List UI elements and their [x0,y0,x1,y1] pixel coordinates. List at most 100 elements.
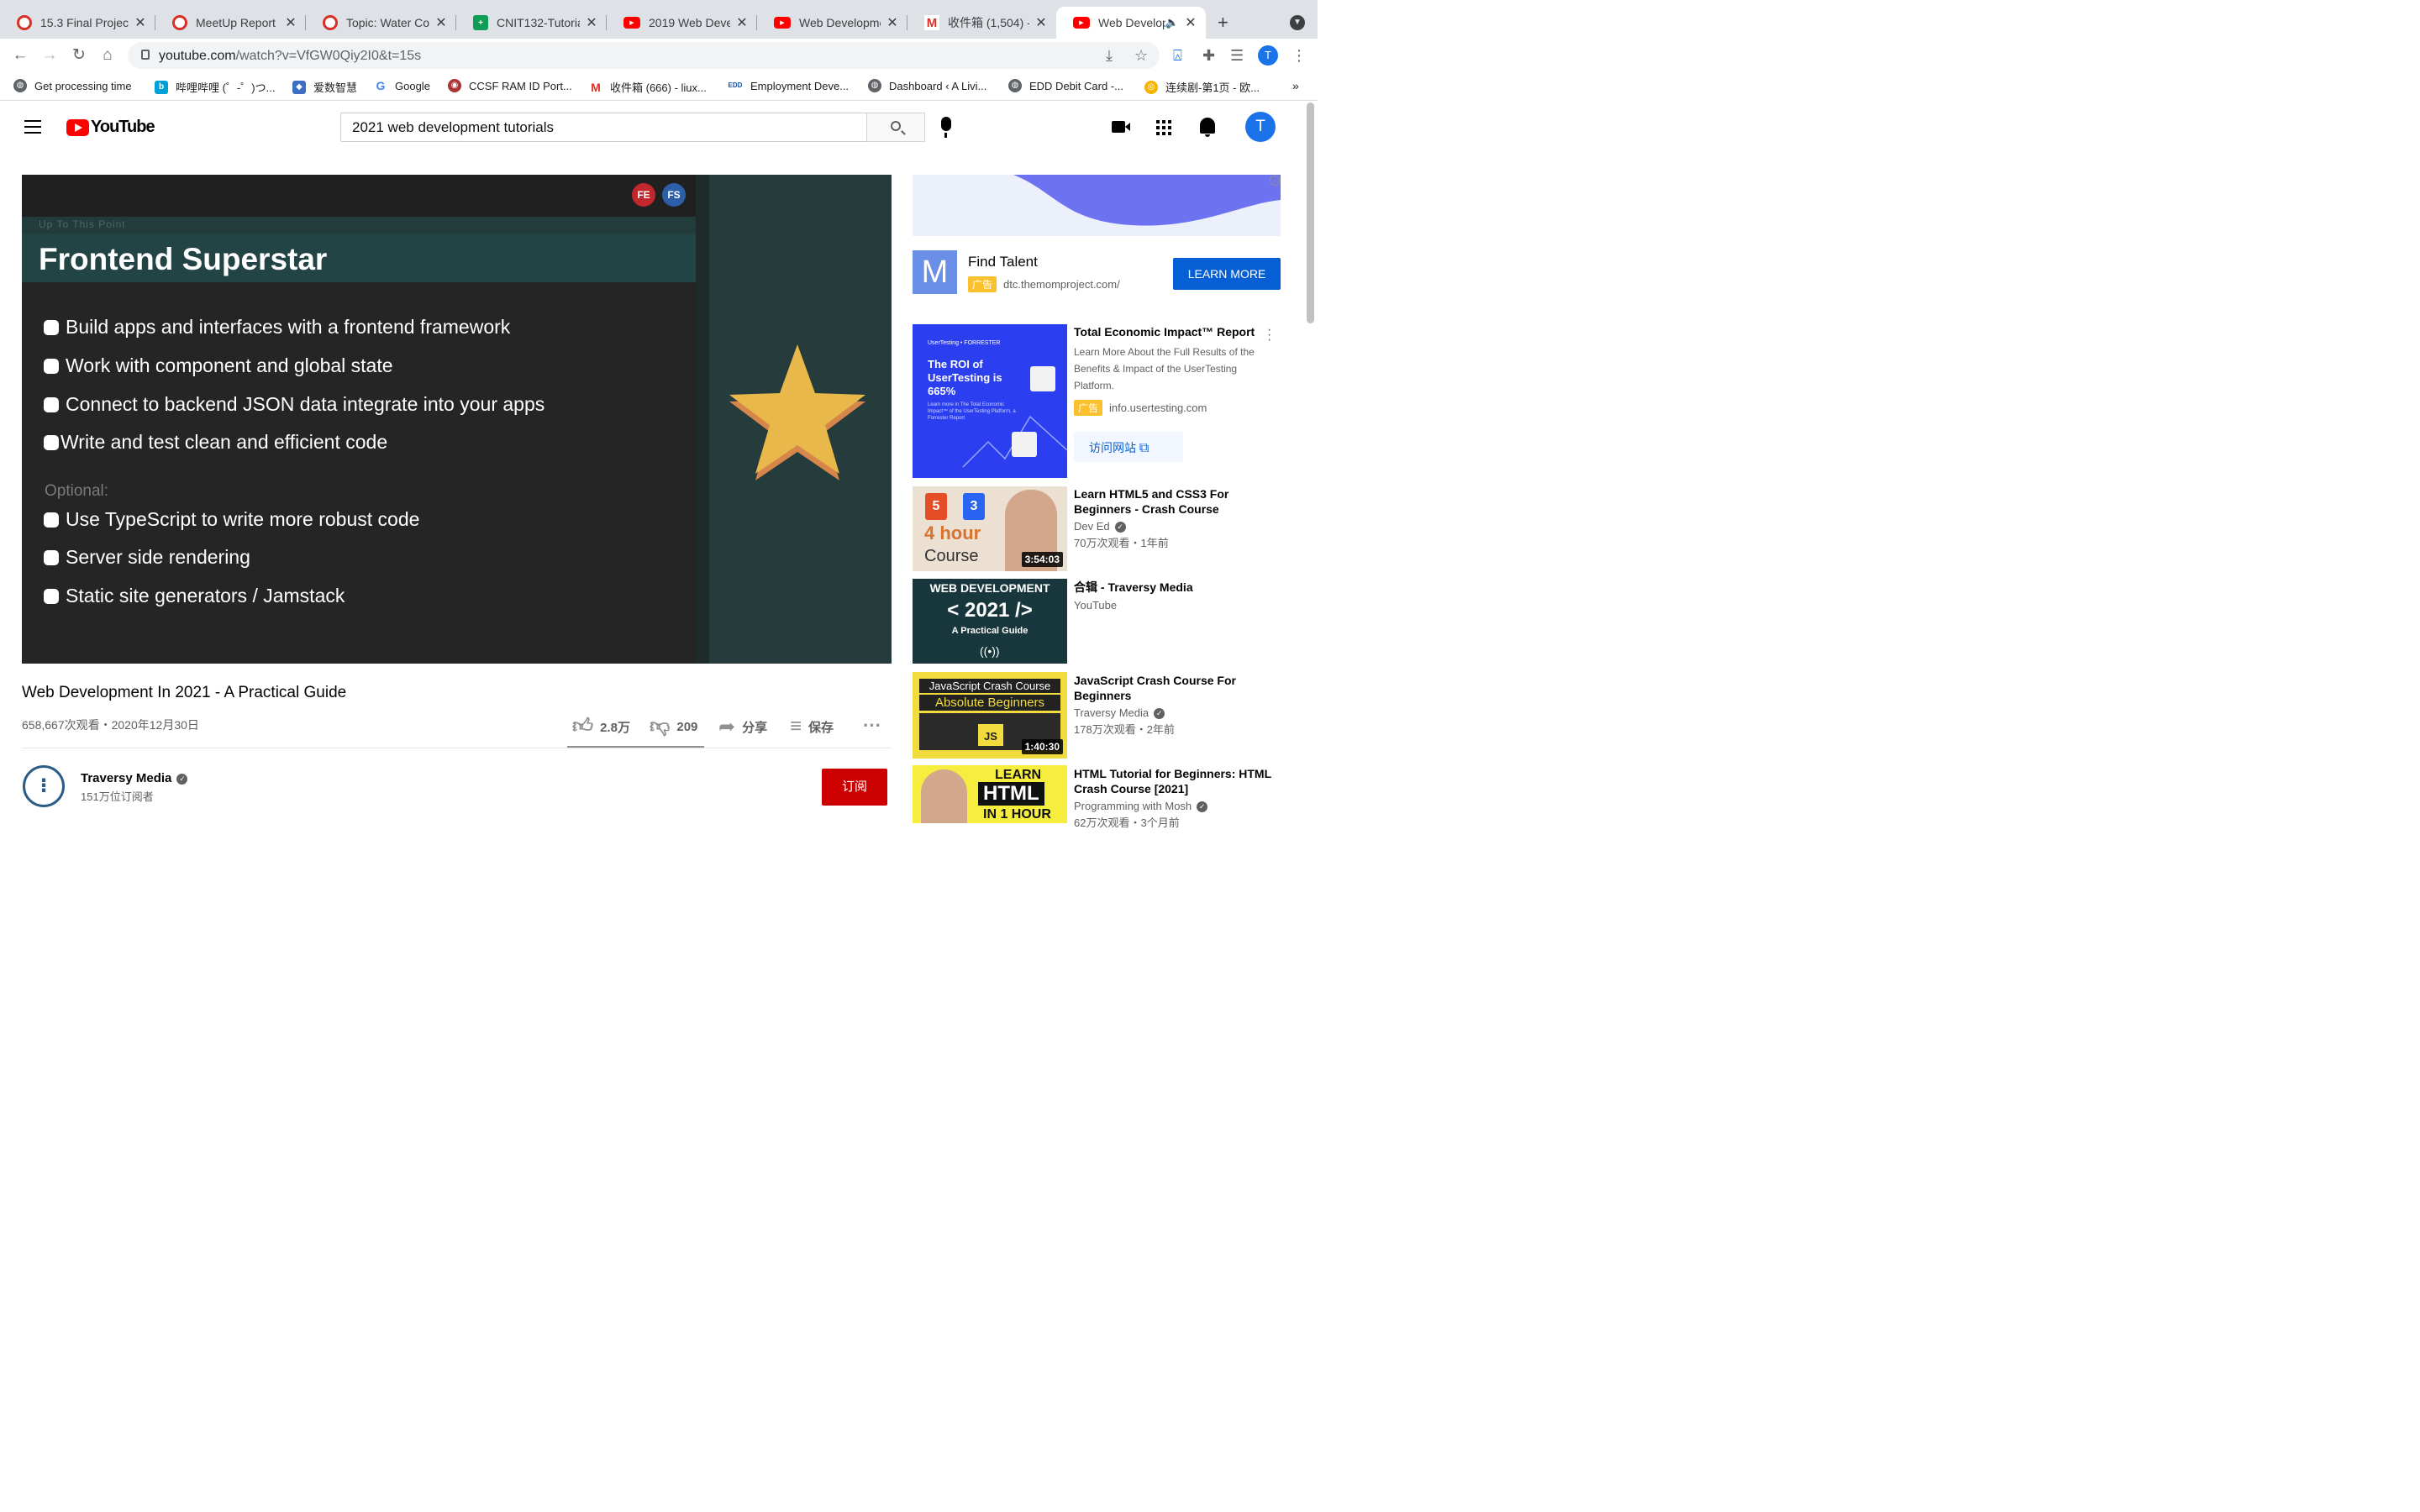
browser-tab[interactable]: Topic: Water Cool ✕ [306,7,456,39]
home-icon[interactable]: ⌂ [97,45,118,66]
forward-icon[interactable]: → [39,45,60,66]
cog-icon [17,15,32,30]
browser-tab[interactable]: ▶ Web Developmen ✕ [757,7,908,39]
extension-icon[interactable]: ⍓ [1173,47,1182,65]
close-icon[interactable]: ✕ [134,14,147,31]
youtube-logo[interactable]: YouTube [66,118,155,137]
related-channel-text: Dev Ed [1074,520,1110,533]
bookmark-item[interactable]: ◆ 爱数智慧 [292,79,357,95]
video-thumbnail[interactable]: 5 3 4 hour Course 3:54:03 [913,486,1067,571]
video-player[interactable]: FE FS Up To This Point Frontend Supersta… [22,175,892,664]
lock-icon [141,50,150,60]
bullet-text: Write and test clean and efficient code [60,431,388,453]
ad2-title[interactable]: Total Economic Impact™ Report [1074,324,1276,339]
slide-bullet: Connect to backend JSON data integrate i… [44,393,544,416]
html5-icon: 5 [925,493,947,520]
browser-tab[interactable]: ▶ 2019 Web Develo ✕ [607,7,757,39]
close-icon[interactable]: ✕ [735,14,749,31]
more-actions-button[interactable]: ··· [863,715,888,737]
close-icon[interactable]: ✕ [434,14,448,31]
page-scrollbar[interactable] [1307,102,1314,323]
ad-thumb-graphic [962,366,1067,468]
wave-graphic [1005,175,1281,236]
bullet-text: Work with component and global state [66,354,393,376]
video-duration: 1:40:30 [1021,739,1063,754]
tab-search-icon[interactable]: ▼ [1290,15,1305,30]
more-bookmarks-icon[interactable]: » [1292,79,1299,92]
related-title[interactable]: HTML Tutorial for Beginners: HTML Crash … [1074,766,1276,796]
learn-more-button[interactable]: LEARN MORE [1173,258,1281,290]
close-icon[interactable]: ✕ [886,14,899,31]
related-channel[interactable]: Dev Ed ✓ [1074,518,1126,535]
bookmark-star-icon[interactable]: ☆ [1134,47,1148,65]
bookmark-item[interactable]: ◉ CCSF RAM ID Port... [448,79,572,92]
microphone-icon[interactable] [941,117,951,138]
close-icon[interactable]: ✕ [585,14,598,31]
profile-avatar[interactable]: T [1258,45,1278,66]
url-bar[interactable]: youtube.com/watch?v=VfGW0Qiy2I0&t=15s ⤓ … [128,42,1160,69]
back-icon[interactable]: ← [10,45,30,66]
bookmark-item[interactable]: EDD Employment Deve... [728,79,849,92]
ad-tag: 广告 [1074,400,1103,416]
bookmark-item[interactable]: b 哔哩哔哩 (゜-゜)つ... [155,79,275,95]
advertiser-logo[interactable]: M [913,250,957,294]
bookmark-item[interactable]: ◎ 连续剧-第1页 - 欧... [1144,79,1260,95]
share-button[interactable]: ➦ 分享 [718,715,767,739]
puzzle-icon[interactable]: ✚ [1202,47,1215,65]
browser-tab-active[interactable]: ▶ Web Develop 🔈 ✕ [1056,7,1206,39]
related-title[interactable]: 合辑 - Traversy Media [1074,580,1276,595]
video-thumbnail[interactable]: JavaScript Crash Course Absolute Beginne… [913,672,1067,759]
bookmark-item[interactable]: G Google [374,79,430,92]
menu-icon[interactable] [24,120,41,134]
close-icon[interactable]: ✕ [1184,14,1197,31]
new-tab-icon[interactable]: + [1218,12,1228,34]
more-options-icon[interactable]: · · · [1267,323,1271,347]
menu-dots-icon[interactable]: ⋮ [1292,47,1307,65]
channel-avatar[interactable]: ⁝ [23,765,65,807]
presenter-photo [921,769,967,823]
playlist-thumbnail[interactable]: WEB DEVELOPMENT < 2021 /> A Practical Gu… [913,579,1067,664]
subscribe-button[interactable]: 订阅 [822,769,887,806]
browser-tab[interactable]: MeetUp Report ✕ [155,7,306,39]
like-button[interactable]: 👍︎ 2.8万 [572,715,630,738]
bookmark-item[interactable]: ◍ EDD Debit Card -... [1008,79,1123,92]
account-avatar[interactable]: T [1245,112,1276,142]
slide-bullet: Server side rendering [44,546,250,569]
video-thumbnail[interactable]: LEARN HTML IN 1 HOUR [913,765,1067,823]
reload-icon[interactable]: ↻ [69,45,89,66]
notifications-bell-icon[interactable] [1200,118,1215,137]
reading-list-icon[interactable]: ☰ [1230,47,1244,65]
globe-icon: ◍ [13,79,27,92]
browser-tab[interactable]: M 收件箱 (1,504) - li ✕ [908,7,1056,39]
ad-thumbnail[interactable]: UserTesting • FORRESTER The ROI of UserT… [913,324,1067,478]
thumbs-up-icon: 👍︎ [572,715,594,738]
bookmark-item[interactable]: M 收件箱 (666) - liux... [589,79,707,95]
search-input[interactable]: 2021 web development tutorials [340,113,867,142]
bookmark-item[interactable]: ◍ Get processing time [13,79,132,92]
close-icon[interactable]: ✕ [284,14,297,31]
speaker-icon[interactable]: 🔈 [1165,16,1179,29]
search-button[interactable] [866,113,925,142]
create-video-icon[interactable] [1112,121,1130,133]
browser-tab[interactable]: 15.3 Final Project ✕ [0,7,155,39]
apps-grid-icon[interactable] [1156,120,1171,135]
related-channel[interactable]: Traversy Media ✓ [1074,705,1165,722]
close-icon[interactable]: ✕ [1034,14,1048,31]
thumb-text: HTML [978,782,1044,806]
dislike-button[interactable]: 👎︎ 209 [650,715,697,738]
browser-tab[interactable]: + CNIT132-Tutorials ✕ [456,7,607,39]
bookmark-label: 爱数智慧 [313,81,358,94]
related-channel[interactable]: Programming with Mosh ✓ [1074,798,1208,815]
bookmark-item[interactable]: ◍ Dashboard ‹ A Livi... [868,79,986,92]
ad-title[interactable]: Find Talent [968,254,1038,270]
install-icon[interactable]: ⤓ [1106,47,1113,65]
visit-site-button[interactable]: 访问网站 ⧉ [1074,432,1183,462]
thumb-text: Absolute Beginners [919,695,1060,711]
ad-banner[interactable] [913,175,1281,236]
channel-name[interactable]: Traversy Media ✓ [81,771,188,785]
related-channel[interactable]: YouTube [1074,597,1117,614]
related-title[interactable]: JavaScript Crash Course For Beginners [1074,673,1276,703]
related-title[interactable]: Learn HTML5 and CSS3 For Beginners - Cra… [1074,486,1276,517]
save-button[interactable]: ≡ 保存 [790,715,834,738]
ad-info-icon[interactable]: i [1270,176,1280,186]
